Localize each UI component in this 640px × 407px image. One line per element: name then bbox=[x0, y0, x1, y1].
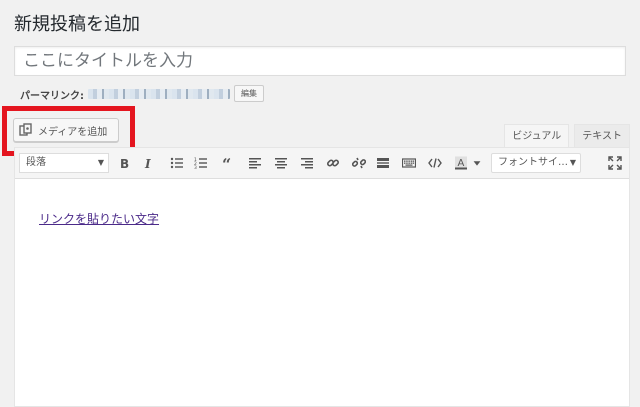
keyboard-icon[interactable] bbox=[399, 153, 419, 173]
svg-text:B: B bbox=[120, 157, 129, 170]
permalink-label: パーマリンク: bbox=[20, 90, 84, 102]
svg-text:A: A bbox=[458, 158, 465, 169]
link-icon[interactable] bbox=[323, 153, 343, 173]
align-left-icon[interactable] bbox=[245, 153, 265, 173]
editor-tabs: ビジュアル テキスト bbox=[499, 124, 630, 148]
read-more-icon[interactable] bbox=[373, 153, 393, 173]
tab-text[interactable]: テキスト bbox=[574, 124, 630, 148]
add-media-button[interactable]: メディアを追加 bbox=[13, 118, 119, 142]
chevron-down-icon: ▼ bbox=[97, 158, 104, 167]
font-size-select[interactable]: フォントサイ… ▼ bbox=[491, 153, 581, 173]
fullscreen-icon[interactable] bbox=[605, 153, 625, 173]
tab-visual[interactable]: ビジュアル bbox=[504, 124, 570, 148]
blockquote-icon[interactable]: “ bbox=[219, 153, 239, 173]
editor-toolbar: 段落 ▼ B I 123 “ A フォントサイ… ▼ bbox=[15, 148, 629, 179]
bullet-list-icon[interactable] bbox=[167, 153, 187, 173]
align-center-icon[interactable] bbox=[271, 153, 291, 173]
unlink-icon[interactable] bbox=[349, 153, 369, 173]
permalink-row: パーマリンク: bbox=[20, 86, 230, 102]
font-size-select-value: フォントサイ… bbox=[498, 157, 568, 168]
permalink-url[interactable] bbox=[88, 89, 230, 99]
bold-icon[interactable]: B bbox=[115, 153, 135, 173]
numbered-list-icon[interactable]: 123 bbox=[191, 153, 211, 173]
svg-text:“: “ bbox=[222, 156, 231, 170]
format-select[interactable]: 段落 ▼ bbox=[19, 153, 109, 173]
title-input[interactable] bbox=[14, 46, 626, 76]
align-right-icon[interactable] bbox=[297, 153, 317, 173]
add-media-label: メディアを追加 bbox=[38, 126, 108, 138]
chevron-down-icon: ▼ bbox=[569, 158, 576, 167]
text-color-icon[interactable]: A bbox=[451, 153, 471, 173]
format-select-value: 段落 bbox=[26, 157, 46, 168]
svg-text:I: I bbox=[144, 157, 151, 170]
svg-text:3: 3 bbox=[194, 165, 197, 170]
text-color-dropdown-icon[interactable] bbox=[471, 153, 483, 173]
page-title: 新規投稿を追加 bbox=[14, 14, 140, 35]
italic-icon[interactable]: I bbox=[139, 153, 159, 173]
editor: 段落 ▼ B I 123 “ A フォントサイ… ▼ リンクを貼りたい文字 bbox=[14, 147, 630, 407]
code-icon[interactable] bbox=[425, 153, 445, 173]
permalink-edit-button[interactable]: 編集 bbox=[234, 85, 264, 102]
content-link[interactable]: リンクを貼りたい文字 bbox=[39, 210, 159, 227]
media-icon bbox=[19, 123, 32, 136]
